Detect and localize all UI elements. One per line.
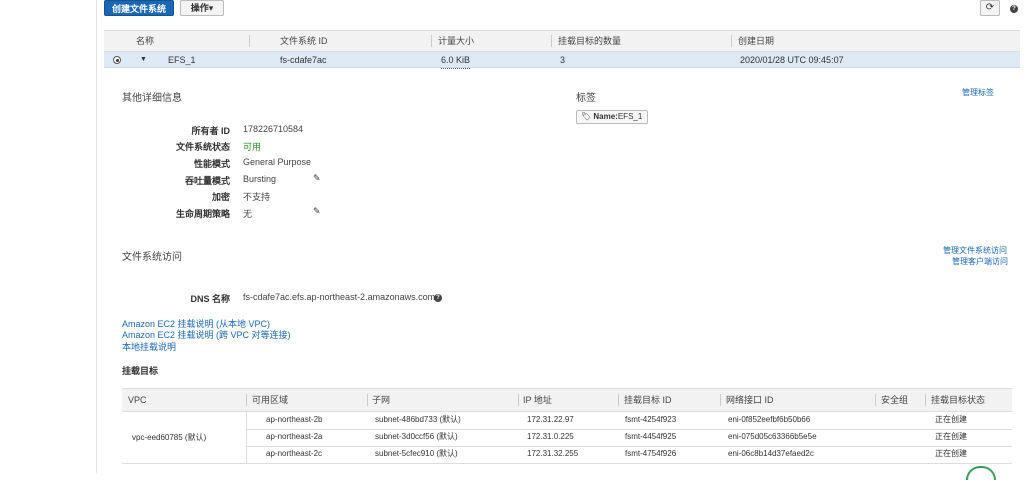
col-name[interactable]: 名称 [136,31,154,51]
col-created[interactable]: 创建日期 [738,31,774,51]
column-divider [431,35,432,47]
mt-eni: eni-075d05c63366b5e5e [728,432,817,441]
owner-id-label: 所有者 ID [191,126,230,136]
column-divider [249,35,250,47]
column-divider [518,394,519,406]
mt-ip: 172.31.32.255 [527,449,579,458]
details-title: 其他详细信息 [122,93,182,104]
refresh-icon: ⟳ [985,2,995,13]
performance-mode-value: General Purpose [243,157,312,167]
column-divider [875,394,876,406]
mt-status: 正在创建 [935,449,967,458]
dns-name-value: fs-cdafe7ac.efs.ap-northeast-2.amazonaws… [243,292,436,302]
toolbar: 创建文件系统 操作▾ ⟳ ? [104,0,1020,18]
mount-targets-title: 挂载目标 [122,366,159,376]
mt-col-vpc[interactable]: VPC [128,389,147,411]
access-title: 文件系统访问 [122,252,182,263]
fs-name: EFS_1 [168,55,196,65]
fs-state-value: 可用 [243,142,262,152]
mt-id: fsmt-4454f925 [625,432,677,441]
create-file-system-button[interactable]: 创建文件系统 [104,0,174,16]
lifecycle-policy-value: 无 [243,209,253,219]
fs-mount-count: 3 [560,55,566,65]
lifecycle-policy-label: 生命周期策略 [175,209,230,219]
mt-status: 正在创建 [935,415,967,424]
cell-border [246,412,247,463]
mt-subnet: subnet-486bd733 (默认) [375,415,461,424]
edit-lifecycle-pencil-icon[interactable]: ✎ [313,206,321,217]
file-system-row[interactable]: ▼ EFS_1 fs-cdafe7ac 6.0 KiB 3 2020/01/28… [104,52,1020,69]
row-border [122,463,1012,464]
mt-subnet: subnet-3d0ccf56 (默认) [375,432,458,441]
mt-col-subnet[interactable]: 子网 [372,389,390,411]
column-divider [731,35,732,47]
mt-status: 正在创建 [935,432,967,441]
mt-vpc: vpc-eed60785 (默认) [132,433,207,442]
throughput-mode-label: 吞吐量模式 [184,176,230,186]
file-systems-table-header: 名称 文件系统 ID 计量大小 挂载目标的数量 创建日期 [104,30,1020,52]
onprem-mount-link[interactable]: 本地挂载说明 [122,340,176,353]
fs-id: fs-cdafe7ac [280,55,327,65]
mt-id: fsmt-4754f926 [625,449,677,458]
mt-ip: 172.31.0.225 [527,432,574,441]
expand-caret-icon[interactable]: ▼ [140,52,147,68]
mt-id: fsmt-4254f923 [625,415,677,424]
column-divider [720,394,721,406]
mt-az: ap-northeast-2b [266,415,323,424]
manage-fs-access-link[interactable]: 管理文件系统访问 [943,245,1007,256]
fs-state-label: 文件系统状态 [175,142,230,152]
mt-eni: eni-06c8b14d37efaed2c [728,449,814,458]
mt-col-eni[interactable]: 网络接口 ID [726,389,774,411]
tags-title: 标签 [576,93,596,104]
column-divider [618,394,619,406]
owner-id-value: 178226710584 [243,124,304,134]
column-divider [925,394,926,406]
fs-size[interactable]: 6.0 KiB [441,52,471,69]
mt-subnet: subnet-5cfec910 (默认) [375,449,458,458]
partial-widget-edge [966,466,996,480]
refresh-button[interactable]: ⟳ [980,0,1000,16]
left-nav-panel [0,0,97,473]
encryption-label: 加密 [211,192,230,202]
tag-key: Name: [593,112,618,121]
tag-value: EFS_1 [617,112,643,121]
tag-icon: 🏷 [581,112,592,121]
row-select-radio[interactable] [113,56,121,64]
fs-created: 2020/01/28 UTC 09:45:07 [740,55,844,65]
help-icon[interactable]: ? [1008,0,1020,16]
mount-targets-header: VPC 可用区域 子网 IP 地址 挂载目标 ID 网络接口 ID 安全组 挂载… [122,388,1012,412]
mount-targets-body: vpc-eed60785 (默认) ap-northeast-2b subnet… [122,412,1012,464]
dns-help-icon[interactable]: ? [434,292,442,302]
column-divider [367,394,368,406]
mt-col-az[interactable]: 可用区域 [252,389,288,411]
mt-col-status[interactable]: 挂载目标状态 [931,389,985,411]
column-divider [551,35,552,47]
manage-client-access-link[interactable]: 管理客户端访问 [952,256,1008,267]
mt-eni: eni-0f852eefbf6b50b66 [728,415,811,424]
throughput-mode-value: Bursting [243,174,277,184]
column-divider [246,394,247,406]
dns-name-label: DNS 名称 [190,294,230,304]
col-mount-count[interactable]: 挂载目标的数量 [558,31,621,51]
mt-col-ip[interactable]: IP 地址 [523,389,552,411]
manage-tags-link[interactable]: 管理标签 [962,87,994,98]
actions-dropdown-button[interactable]: 操作▾ [180,0,224,16]
mt-col-mt-id[interactable]: 挂载目标 ID [624,389,672,411]
mt-ip: 172.31.22.97 [527,415,574,424]
col-size[interactable]: 计量大小 [438,31,474,51]
mt-col-sg[interactable]: 安全组 [881,389,908,411]
edit-throughput-pencil-icon[interactable]: ✎ [313,173,321,184]
mt-az: ap-northeast-2a [266,432,323,441]
performance-mode-label: 性能模式 [193,159,230,169]
mt-az: ap-northeast-2c [266,449,323,458]
tag-chip: 🏷 Name:EFS_1 [576,110,648,124]
col-id[interactable]: 文件系统 ID [280,31,328,51]
encryption-value: 不支持 [243,192,271,202]
